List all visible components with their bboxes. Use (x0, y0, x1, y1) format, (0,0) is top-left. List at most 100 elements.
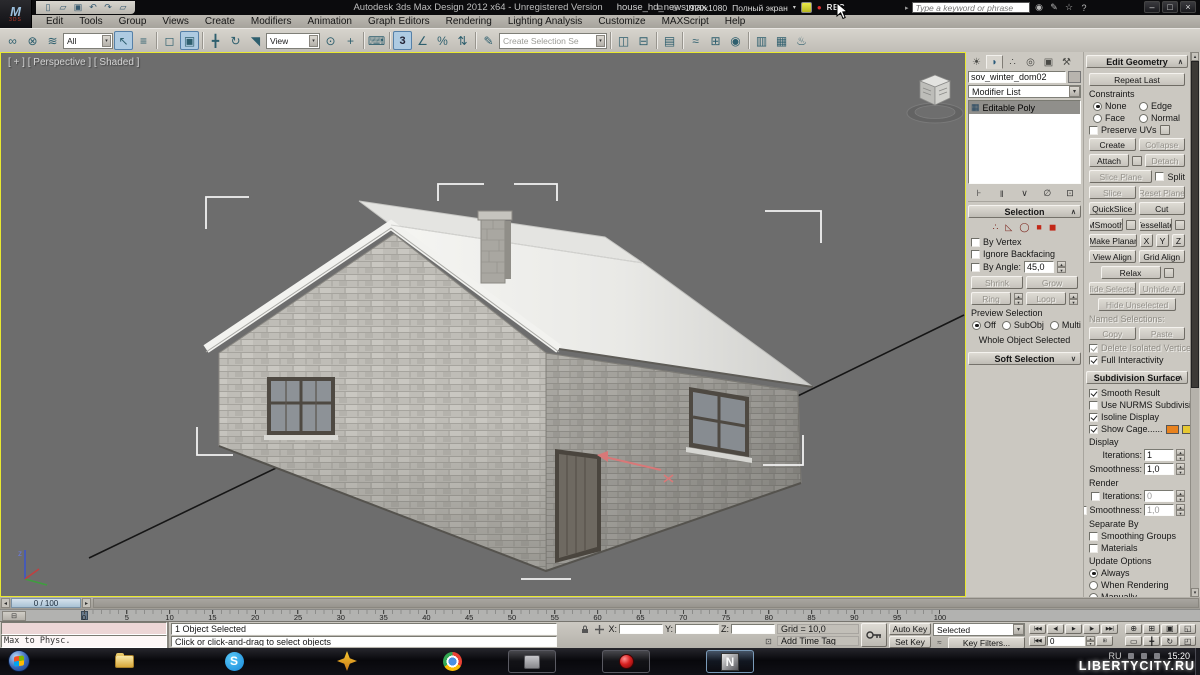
hide-selected-button[interactable]: Hide Selected (1089, 282, 1136, 295)
view-align-button[interactable]: View Align (1089, 250, 1136, 263)
favorites-icon[interactable]: ☆ (1063, 2, 1076, 13)
search-go-icon[interactable]: ▸ (905, 4, 909, 12)
communication-center-icon[interactable]: ✎ (1048, 2, 1061, 13)
named-selection-sets-dropdown[interactable]: Create Selection Se ▾ (499, 33, 607, 49)
recorder-mode-caret-icon[interactable]: ▾ (793, 4, 796, 11)
tab-hierarchy[interactable]: ∴ (1004, 55, 1021, 69)
relax-settings-button[interactable] (1164, 268, 1174, 278)
planar-x-button[interactable]: X (1140, 234, 1153, 247)
make-unique-button[interactable]: ∨ (1017, 187, 1033, 200)
viewport-label[interactable]: [ + ] [ Perspective ] [ Shaded ] (8, 57, 139, 68)
reference-coordinate-system-dropdown[interactable]: View ▾ (266, 33, 320, 49)
x-coordinate-field[interactable] (619, 624, 663, 634)
house-model[interactable] (206, 201, 813, 571)
mini-curve-editor-button[interactable]: ⊟ (2, 611, 26, 621)
preview-subobj-radio[interactable]: SubObj (1002, 320, 1044, 330)
taskbar-app-icon[interactable] (335, 649, 359, 673)
zoom-button[interactable]: ⊕ (1125, 624, 1142, 634)
menu-group[interactable]: Group (111, 15, 155, 28)
render-iterations-field[interactable] (1144, 490, 1174, 502)
scroll-up-icon[interactable]: ▴ (1191, 52, 1199, 61)
hide-unselected-button[interactable]: Hide Unselected (1098, 298, 1176, 311)
recorder-frame-icon[interactable]: ⧉ (655, 3, 665, 13)
menu-customize[interactable]: Customize (590, 15, 653, 28)
view-cube[interactable] (907, 75, 963, 123)
remove-modifier-button[interactable]: ∅ (1039, 187, 1055, 200)
set-keys-button[interactable] (861, 623, 887, 647)
menu-create[interactable]: Create (197, 15, 243, 28)
render-smoothness-field[interactable] (1144, 504, 1174, 516)
menu-help[interactable]: Help (717, 15, 754, 28)
select-and-link-button[interactable]: ∞ (3, 31, 22, 50)
slice-button[interactable]: Slice (1089, 186, 1136, 199)
help-icon[interactable]: ? (1078, 2, 1091, 13)
show-desktop-button[interactable] (1195, 648, 1200, 675)
current-frame-field[interactable] (1047, 636, 1085, 646)
materials-checkbox[interactable]: Materials (1089, 543, 1185, 553)
rendered-frame-window-button[interactable]: ▦ (772, 31, 791, 50)
constraint-face-radio[interactable]: Face (1093, 113, 1135, 123)
schematic-view-button[interactable]: ⊞ (706, 31, 725, 50)
repeat-last-button[interactable]: Repeat Last (1089, 73, 1185, 86)
element-subobject-icon[interactable]: ◼ (1049, 222, 1056, 233)
slice-plane-button[interactable]: Slice Plane (1089, 170, 1152, 183)
track-bar[interactable]: ⊟ 05101520253035404550556065707580859095… (0, 609, 1200, 622)
save-file-button[interactable]: ▣ (72, 2, 84, 13)
set-key-button[interactable]: Set Key (889, 636, 931, 648)
msmooth-button[interactable]: MSmooth (1089, 218, 1123, 231)
by-angle-spinner[interactable]: ▴▾ (1057, 261, 1066, 273)
listener-line[interactable]: Max to Physc. (1, 635, 167, 648)
go-to-end-button[interactable]: ▶▶| (1101, 624, 1118, 634)
align-button[interactable]: ⊟ (634, 31, 653, 50)
constraint-normal-radio[interactable]: Normal (1139, 113, 1181, 123)
menu-views[interactable]: Views (154, 15, 197, 28)
select-object-button[interactable]: ↖ (114, 31, 133, 50)
render-smoothness-spinner[interactable]: ▴▾ (1176, 504, 1185, 516)
ring-spinner[interactable]: ▴▾ (1014, 293, 1023, 305)
make-planar-button[interactable]: Make Planar (1089, 234, 1137, 247)
menu-lighting-analysis[interactable]: Lighting Analysis (500, 15, 591, 28)
selection-rollout-header[interactable]: Selection ∧ (968, 205, 1081, 218)
time-slider[interactable]: 0 / 100 (11, 598, 81, 608)
attach-settings-button[interactable] (1132, 156, 1142, 166)
selection-lock-toggle[interactable] (578, 624, 591, 635)
preview-off-radio[interactable]: Off (972, 320, 996, 330)
zoom-all-button[interactable]: ⊞ (1143, 624, 1160, 634)
curve-editor-button[interactable]: ≈ (686, 31, 705, 50)
planar-z-button[interactable]: Z (1172, 234, 1185, 247)
cage-color-swatch[interactable] (1166, 425, 1179, 434)
tab-display[interactable]: ▣ (1040, 55, 1057, 69)
split-checkbox[interactable]: Split (1155, 172, 1185, 182)
ignore-backfacing-checkbox[interactable]: Ignore Backfacing (971, 249, 1078, 259)
z-coordinate-field[interactable] (731, 624, 775, 634)
polygon-subobject-icon[interactable]: ■ (1036, 222, 1041, 233)
edge-subobject-icon[interactable]: ◺ (1005, 222, 1012, 233)
spinner-snap-toggle[interactable]: ⇅ (453, 31, 472, 50)
vertex-subobject-icon[interactable]: ∴ (993, 222, 999, 233)
time-slider-left-arrow[interactable]: ◂ (1, 598, 10, 608)
new-file-button[interactable]: ▯ (42, 2, 54, 13)
menu-edit[interactable]: Edit (38, 15, 71, 28)
use-pivot-point-center-button[interactable]: ⊙ (321, 31, 340, 50)
msmooth-settings-button[interactable] (1126, 220, 1136, 230)
material-editor-button[interactable]: ◉ (726, 31, 745, 50)
rectangular-selection-region-button[interactable]: ◻ (160, 31, 179, 50)
update-when-rendering-radio[interactable]: When Rendering (1089, 580, 1185, 590)
configure-modifier-sets-button[interactable]: ⊡ (1062, 187, 1078, 200)
tab-create[interactable]: ☀ (968, 55, 985, 69)
minimize-button[interactable]: – (1144, 1, 1160, 13)
loop-button[interactable]: Loop (1026, 292, 1066, 305)
constraint-none-radio[interactable]: None (1093, 101, 1135, 111)
menu-graph-editors[interactable]: Graph Editors (360, 15, 438, 28)
render-iterations-spinner[interactable]: ▴▾ (1176, 490, 1185, 502)
cage-selected-color-swatch[interactable] (1182, 425, 1190, 434)
update-always-radio[interactable]: Always (1089, 568, 1185, 578)
keyboard-shortcut-override-toggle[interactable]: ⌨ (367, 31, 386, 50)
zoom-extents-button[interactable]: ▣ (1161, 624, 1178, 634)
pin-stack-button[interactable]: ⊦ (971, 187, 987, 200)
attach-button[interactable]: Attach (1089, 154, 1129, 167)
display-smoothness-field[interactable] (1144, 463, 1174, 475)
render-production-button[interactable]: ♨ (792, 31, 811, 50)
recorder-zoom-icon[interactable]: ◎ (670, 3, 680, 13)
detach-button[interactable]: Detach (1145, 154, 1185, 167)
